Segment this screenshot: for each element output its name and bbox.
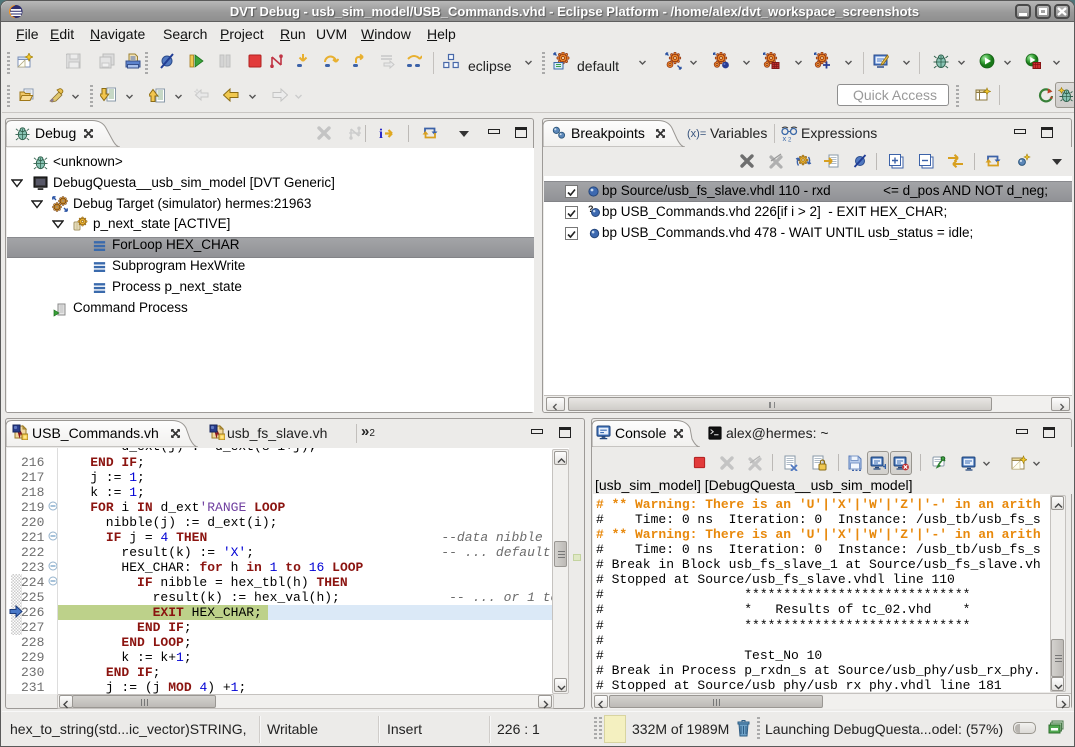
svg-text:2: 2: [788, 138, 792, 143]
svg-text:?: ?: [588, 204, 594, 214]
svg-text:i: i: [379, 127, 383, 141]
svg-text:x: x: [783, 134, 787, 142]
